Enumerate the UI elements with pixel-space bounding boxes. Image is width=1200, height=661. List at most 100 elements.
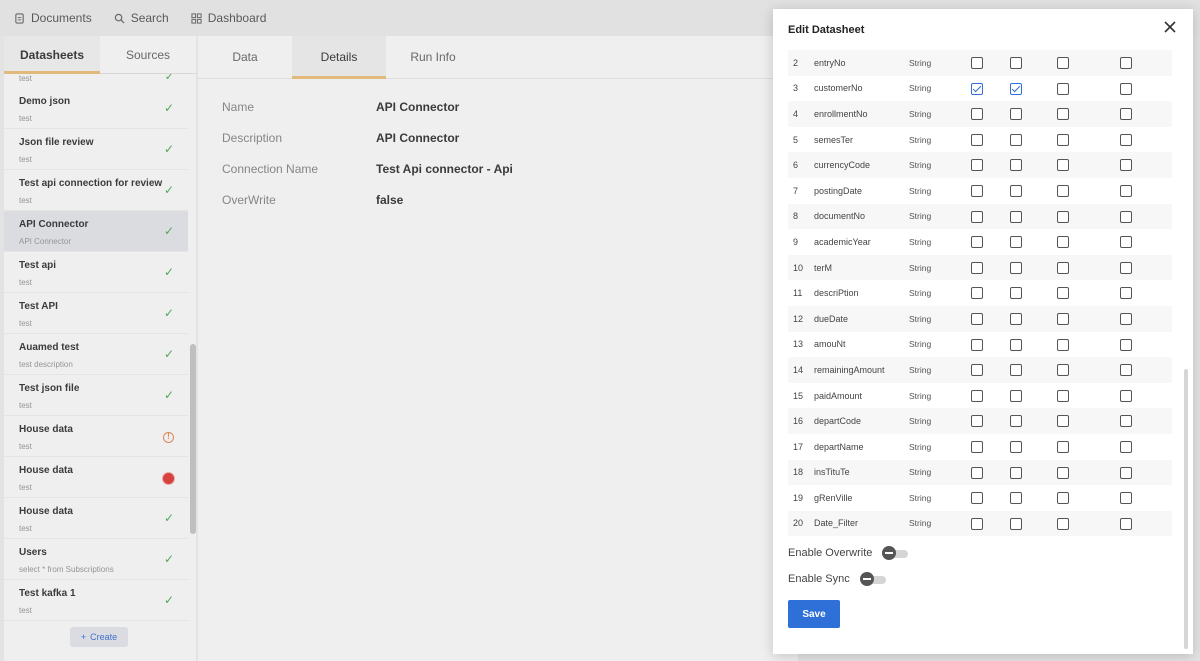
field-checkbox[interactable] [1057,492,1069,505]
field-checkbox[interactable] [971,466,983,479]
field-checkbox[interactable] [1057,440,1069,453]
table-row: 2 entryNo String [788,50,1172,76]
field-checkbox[interactable] [1010,57,1022,69]
field-name: customerNo [814,83,863,94]
modal-scrollbar[interactable] [1184,369,1188,649]
field-checkbox[interactable] [971,236,983,249]
field-checkbox[interactable] [971,517,983,530]
field-type: String [909,83,932,94]
field-type: String [909,390,932,401]
field-checkbox[interactable] [1120,338,1132,351]
field-name: dueDate [814,313,849,324]
field-checkbox[interactable] [1010,184,1022,197]
field-checkbox[interactable] [1120,82,1132,95]
table-row: 5 semesTer String [788,127,1172,153]
field-checkbox[interactable] [1120,236,1132,249]
field-checkbox[interactable] [971,364,983,377]
field-checkbox[interactable] [1057,364,1069,377]
field-checkbox[interactable] [971,261,983,274]
enable-sync-toggle[interactable] [859,572,888,586]
field-checkbox[interactable] [1010,236,1022,249]
table-row: 14 remainingAmount String [788,357,1172,383]
field-checkbox[interactable] [1120,312,1132,325]
field-checkbox[interactable] [1120,108,1132,121]
field-checkbox[interactable] [1057,57,1069,69]
field-checkbox[interactable] [1057,261,1069,274]
field-checkbox[interactable] [1010,415,1022,428]
field-checkbox[interactable] [1010,364,1022,377]
row-number: 17 [793,441,804,452]
field-checkbox[interactable] [1120,440,1132,453]
field-checkbox[interactable] [1010,440,1022,453]
field-checkbox[interactable] [1057,108,1069,121]
field-checkbox[interactable] [1120,415,1132,428]
field-checkbox[interactable] [1057,389,1069,402]
field-checkbox[interactable] [1120,210,1132,223]
save-button[interactable]: Save [788,600,840,628]
field-checkbox[interactable] [971,133,983,146]
field-checkbox[interactable] [971,210,983,223]
field-checkbox[interactable] [1010,261,1022,274]
field-checkbox[interactable] [1010,133,1022,146]
field-checkbox[interactable] [1120,517,1132,530]
field-checkbox[interactable] [1057,133,1069,146]
field-checkbox[interactable] [971,389,983,402]
field-checkbox[interactable] [1010,159,1022,172]
field-checkbox[interactable] [1010,108,1022,121]
enable-sync-row: Enable Sync [788,572,888,586]
row-number: 10 [793,262,804,273]
field-checkbox[interactable] [1120,57,1132,69]
field-checkbox[interactable] [971,57,983,69]
field-checkbox[interactable] [971,338,983,351]
field-checkbox[interactable] [1057,184,1069,197]
table-row: 11 descriPtion String [788,280,1172,306]
field-grid: 2 entryNo String 3 customerNo String 4 enrollme… [788,50,1172,538]
enable-sync-label: Enable Sync [788,573,850,585]
field-checkbox[interactable] [1120,184,1132,197]
field-checkbox[interactable] [971,415,983,428]
field-checkbox[interactable] [1057,287,1069,300]
field-checkbox[interactable] [1057,338,1069,351]
field-checkbox[interactable] [1010,492,1022,505]
field-checkbox[interactable] [1120,389,1132,402]
field-checkbox[interactable] [1057,466,1069,479]
field-checkbox[interactable] [1010,517,1022,530]
field-checkbox[interactable] [1057,517,1069,530]
table-row: 15 paidAmount String [788,383,1172,409]
field-checkbox[interactable] [1010,287,1022,300]
field-checkbox[interactable] [1120,159,1132,172]
field-checkbox[interactable] [1120,364,1132,377]
field-checkbox[interactable] [1010,338,1022,351]
field-checkbox[interactable] [971,108,983,121]
field-checkbox[interactable] [1120,466,1132,479]
field-checkbox[interactable] [971,440,983,453]
field-checkbox[interactable] [1010,82,1022,95]
field-checkbox[interactable] [1057,236,1069,249]
field-checkbox[interactable] [1120,261,1132,274]
field-checkbox[interactable] [971,492,983,505]
field-checkbox[interactable] [1010,312,1022,325]
close-icon[interactable] [1163,20,1177,34]
field-checkbox[interactable] [1057,159,1069,172]
field-checkbox[interactable] [1010,466,1022,479]
field-checkbox[interactable] [971,82,983,95]
field-checkbox[interactable] [1010,210,1022,223]
field-checkbox[interactable] [1120,492,1132,505]
field-checkbox[interactable] [971,184,983,197]
field-type: String [909,57,932,68]
field-checkbox[interactable] [1057,82,1069,95]
toggle-knob [859,572,874,586]
field-checkbox[interactable] [971,312,983,325]
field-checkbox[interactable] [1057,312,1069,325]
field-checkbox[interactable] [971,159,983,172]
field-checkbox[interactable] [1057,210,1069,223]
row-number: 4 [793,108,799,119]
enable-overwrite-toggle[interactable] [882,546,910,560]
field-checkbox[interactable] [1120,133,1132,146]
field-checkbox[interactable] [971,287,983,300]
field-checkbox[interactable] [1010,389,1022,402]
table-row: 16 departCode String [788,408,1172,434]
field-checkbox[interactable] [1057,415,1069,428]
field-checkbox[interactable] [1120,287,1132,300]
row-number: 11 [793,288,803,299]
